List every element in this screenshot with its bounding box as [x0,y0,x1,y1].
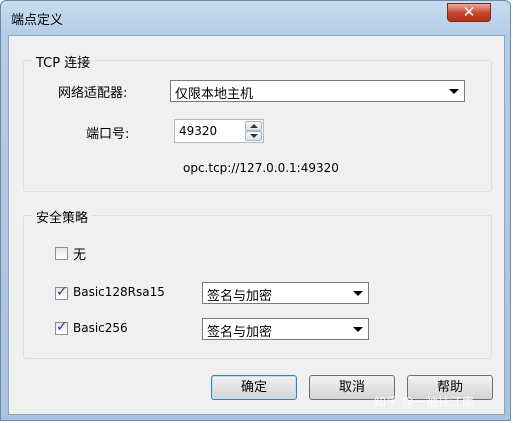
checkmark-icon: ✓ [56,319,68,335]
chevron-down-icon [353,327,363,332]
port-decrement-button[interactable] [245,131,262,141]
chevron-down-icon [449,89,459,94]
checkmark-icon: ✓ [56,284,68,300]
policy-basic128rsa15-checkbox[interactable]: ✓ [55,284,68,300]
security-group-label: 安全策略 [32,207,93,226]
policy-none-label: 无 [73,248,87,263]
ok-button[interactable]: 确定 [211,375,297,400]
policy-basic256-checkbox[interactable]: ✓ [55,319,68,335]
tcp-group-label: TCP 连接 [32,52,95,71]
port-number-input[interactable]: 49320 [174,119,264,143]
port-increment-button[interactable] [245,121,262,131]
close-button[interactable]: ✕ [447,3,491,22]
port-number-value: 49320 [179,124,218,138]
network-adapter-select[interactable]: 仅限本地主机 [170,80,465,102]
window-title: 端点定义 [11,13,64,28]
arrow-up-icon [250,124,258,128]
endpoint-url: opc.tcp://127.0.0.1:49320 [183,161,339,175]
watermark-text: 知乎 @一袖抹江南 [374,395,474,409]
network-adapter-label: 网络适配器: [58,86,128,101]
close-icon: ✕ [462,3,476,21]
port-label: 端口号: [86,127,130,142]
policy-basic128rsa15-mode-select[interactable]: 签名与加密 [202,282,369,304]
policy-none-checkbox[interactable] [55,247,68,260]
policy-basic128rsa15-mode-value: 签名与加密 [207,289,273,304]
policy-basic256-mode-value: 签名与加密 [207,325,273,340]
policy-basic128rsa15-label: Basic128Rsa15 [73,285,165,299]
arrow-down-icon [250,134,258,138]
policy-basic256-mode-select[interactable]: 签名与加密 [202,318,369,340]
title-bar[interactable]: 端点定义 ✕ [1,1,512,35]
policy-basic256-label: Basic256 [73,321,128,335]
dialog-client-area: TCP 连接 网络适配器: 仅限本地主机 端口号: 49320 opc.tcp:… [8,35,505,415]
network-adapter-value: 仅限本地主机 [175,87,254,102]
endpoint-dialog: 端点定义 ✕ TCP 连接 网络适配器: 仅限本地主机 端口号: 49320 o… [0,0,511,421]
chevron-down-icon [353,291,363,296]
